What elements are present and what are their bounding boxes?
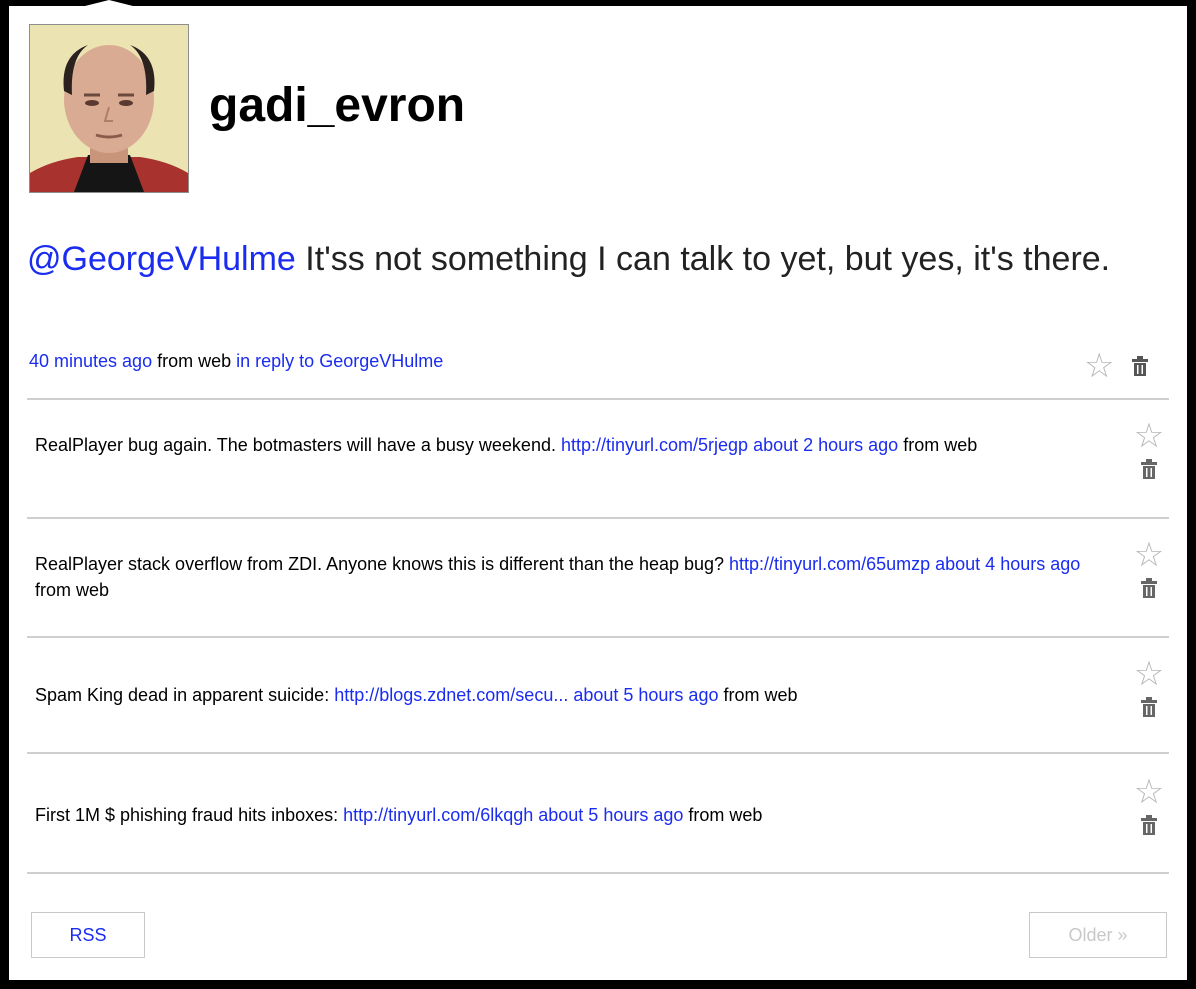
status-actions: ☆ xyxy=(1129,538,1169,609)
latest-status-meta: 40 minutes ago from web in reply to Geor… xyxy=(29,349,443,373)
source-label: web xyxy=(764,685,798,705)
status-timestamp-link[interactable]: about 5 hours ago xyxy=(538,805,683,825)
source-prefix: from xyxy=(683,805,730,825)
trash-icon[interactable] xyxy=(1139,458,1159,480)
source-prefix: from xyxy=(35,580,77,600)
older-button[interactable]: Older » xyxy=(1029,912,1167,958)
star-outline-icon[interactable]: ☆ xyxy=(1129,657,1169,691)
profile-username: gadi_evron xyxy=(209,79,466,132)
star-outline-icon[interactable]: ☆ xyxy=(1129,538,1169,572)
source-prefix: from xyxy=(898,435,945,455)
source-prefix: from xyxy=(152,351,199,371)
trash-icon[interactable] xyxy=(1139,577,1159,599)
source-label: web xyxy=(729,805,763,825)
reply-prefix-link[interactable]: in reply to xyxy=(231,351,319,371)
trash-icon[interactable] xyxy=(1130,355,1150,377)
avatar[interactable] xyxy=(29,24,189,193)
status-timestamp-link[interactable]: about 4 hours ago xyxy=(935,554,1080,574)
source-label: web xyxy=(76,580,110,600)
status-item: First 1M $ phishing fraud hits inboxes: … xyxy=(35,802,1115,828)
status-divider xyxy=(27,872,1169,874)
status-divider xyxy=(27,398,1169,400)
status-timestamp-link[interactable]: about 5 hours ago xyxy=(573,685,718,705)
timeline-panel: gadi_evron @GeorgeVHulme It'ss not somet… xyxy=(9,0,1187,980)
status-text: Spam King dead in apparent suicide: xyxy=(35,685,335,705)
status-url-link[interactable]: http://blogs.zdnet.com/secu... xyxy=(334,685,568,705)
status-actions: ☆ xyxy=(1129,419,1169,490)
source-prefix: from xyxy=(718,685,765,705)
avatar-portrait xyxy=(30,25,188,192)
panel-pointer-notch xyxy=(61,0,157,12)
in-reply-to-link[interactable]: GeorgeVHulme xyxy=(319,351,443,371)
status-item: Spam King dead in apparent suicide: http… xyxy=(35,682,1115,708)
star-outline-icon[interactable]: ☆ xyxy=(1129,775,1169,809)
status-divider xyxy=(27,517,1169,519)
status-item: RealPlayer stack overflow from ZDI. Anyo… xyxy=(35,551,1115,603)
status-url-link[interactable]: http://tinyurl.com/65umzp xyxy=(729,554,930,574)
trash-icon[interactable] xyxy=(1139,696,1159,718)
latest-status-actions: ☆ xyxy=(1084,349,1154,383)
star-outline-icon[interactable]: ☆ xyxy=(1084,349,1114,383)
status-timestamp-link[interactable]: about 2 hours ago xyxy=(753,435,898,455)
status-divider xyxy=(27,636,1169,638)
star-outline-icon[interactable]: ☆ xyxy=(1129,419,1169,453)
source-label: web xyxy=(944,435,978,455)
rss-button[interactable]: RSS xyxy=(31,912,145,958)
status-text: RealPlayer bug again. The botmasters wil… xyxy=(35,435,561,455)
status-actions: ☆ xyxy=(1129,657,1169,728)
status-text: First 1M $ phishing fraud hits inboxes: xyxy=(35,805,344,825)
status-url-link[interactable]: http://tinyurl.com/5rjegp xyxy=(561,435,748,455)
status-divider xyxy=(27,752,1169,754)
status-url-link[interactable]: http://tinyurl.com/6lkqgh xyxy=(343,805,533,825)
source-label: web xyxy=(198,351,232,371)
mention-link[interactable]: @GeorgeVHulme xyxy=(27,240,296,278)
latest-status-text: @GeorgeVHulme It'ss not something I can … xyxy=(27,234,1157,284)
status-text: RealPlayer stack overflow from ZDI. Anyo… xyxy=(35,554,730,574)
status-actions: ☆ xyxy=(1129,775,1169,846)
latest-timestamp-link[interactable]: 40 minutes ago xyxy=(29,351,152,371)
status-item: RealPlayer bug again. The botmasters wil… xyxy=(35,432,1115,458)
trash-icon[interactable] xyxy=(1139,814,1159,836)
latest-status-body: It'ss not something I can talk to yet, b… xyxy=(295,240,1111,278)
